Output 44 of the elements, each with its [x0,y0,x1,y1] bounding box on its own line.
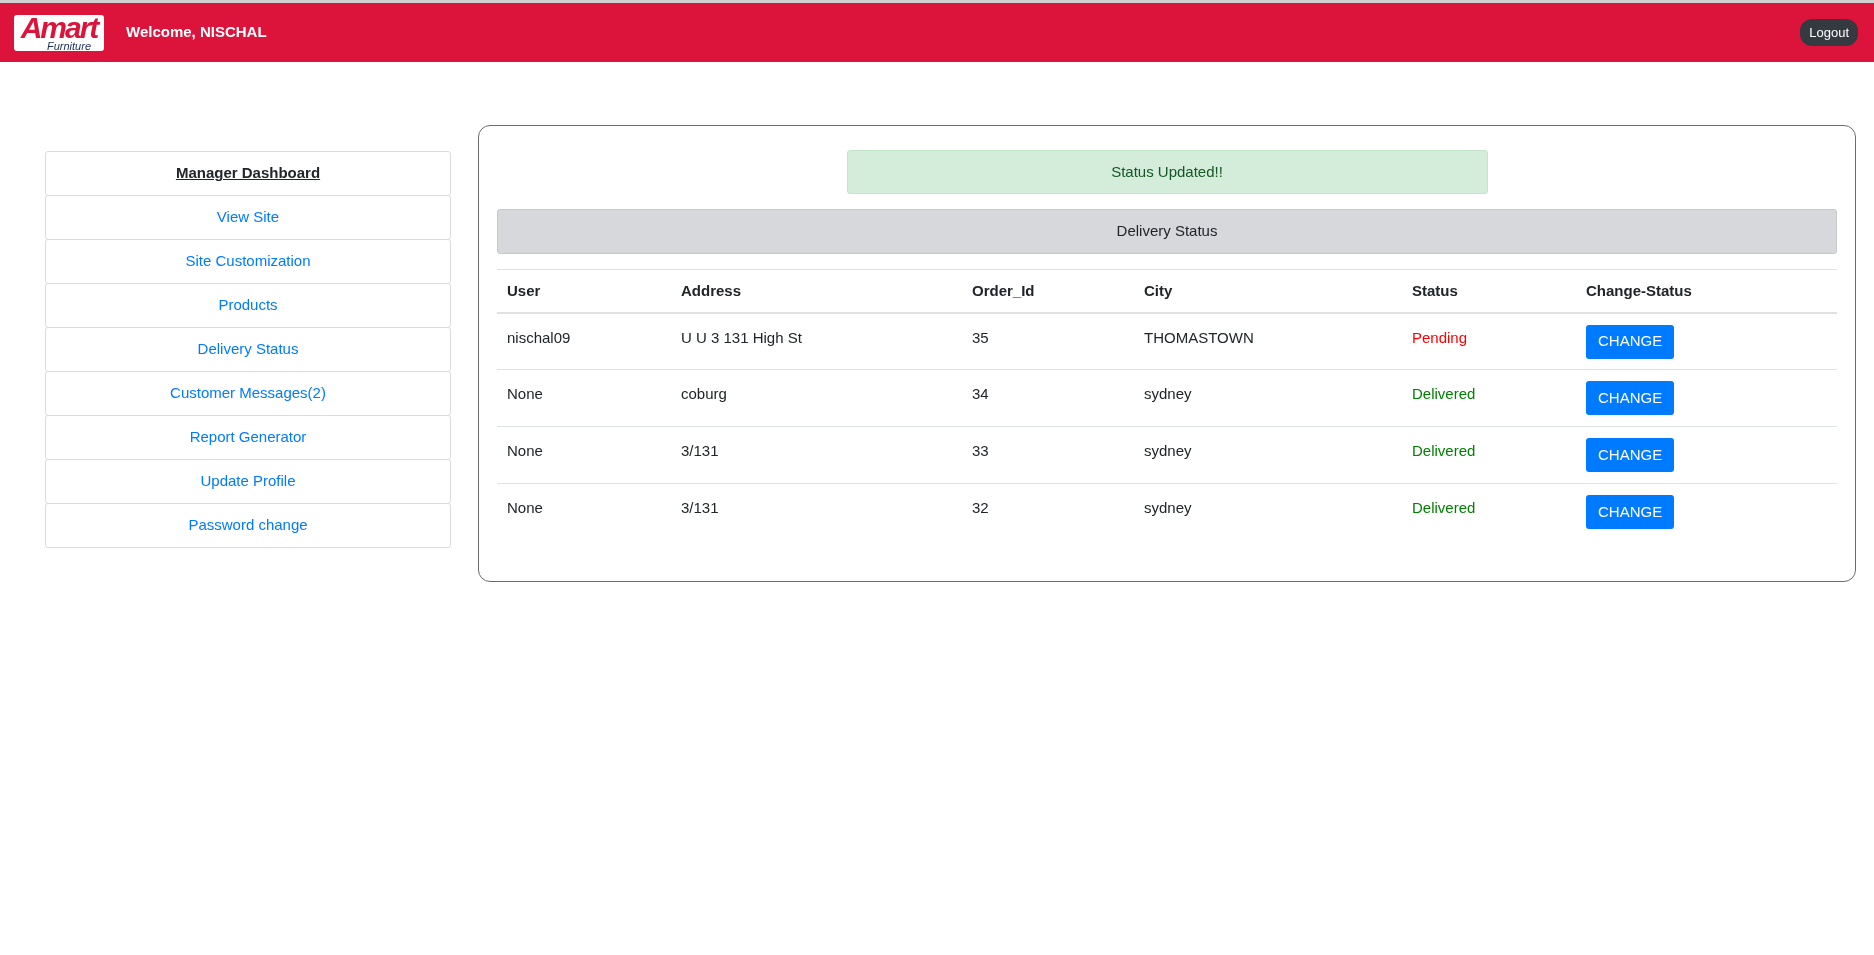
sidebar-link[interactable]: Site Customization [45,239,451,284]
table-cell: 33 [962,426,1134,484]
table-cell: 3/131 [671,483,962,541]
column-header: Status [1402,269,1576,313]
sidebar-heading[interactable]: Manager Dashboard [45,151,451,196]
sidebar-link[interactable]: Delivery Status [45,327,451,372]
change-button[interactable]: CHANGE [1586,495,1675,529]
sidebar-link[interactable]: Products [45,283,451,328]
sidebar-link[interactable]: Update Profile [45,459,451,504]
table-cell: 34 [962,369,1134,427]
welcome-text: Welcome, NISCHAL [126,22,267,43]
table-cell: coburg [671,369,962,427]
column-header: City [1134,269,1402,313]
status-cell: Pending [1402,312,1576,370]
sidebar-link[interactable]: Customer Messages(2) [45,371,451,416]
table-cell: nischal09 [497,312,671,370]
table-cell: U U 3 131 High St [671,312,962,370]
table-cell: 32 [962,483,1134,541]
status-cell: Delivered [1402,426,1576,484]
change-button[interactable]: CHANGE [1586,324,1675,359]
section-header: Delivery Status [497,209,1837,254]
change-button[interactable]: CHANGE [1586,381,1675,415]
table-cell: sydney [1134,426,1402,484]
sidebar-link[interactable]: Report Generator [45,415,451,460]
sidebar-link[interactable]: View Site [45,195,451,240]
sidebar-link[interactable]: Password change [45,503,451,548]
logout-button[interactable]: Logout [1800,18,1858,47]
column-header: User [497,269,671,313]
table-cell: sydney [1134,483,1402,541]
status-cell: Delivered [1402,369,1576,427]
table-cell: 3/131 [671,426,962,484]
status-cell: Delivered [1402,483,1576,541]
table-cell: None [497,369,671,427]
column-header: Order_Id [962,269,1134,313]
table-cell: sydney [1134,369,1402,427]
table-cell: THOMASTOWN [1134,312,1402,370]
column-header: Address [671,269,962,313]
table-cell: None [497,483,671,541]
table-cell: None [497,426,671,484]
column-header: Change-Status [1576,269,1837,313]
table-cell: 35 [962,312,1134,370]
logo[interactable]: Amart Furniture [14,14,104,51]
success-alert: Status Updated!! [846,150,1488,194]
change-button[interactable]: CHANGE [1586,438,1675,472]
